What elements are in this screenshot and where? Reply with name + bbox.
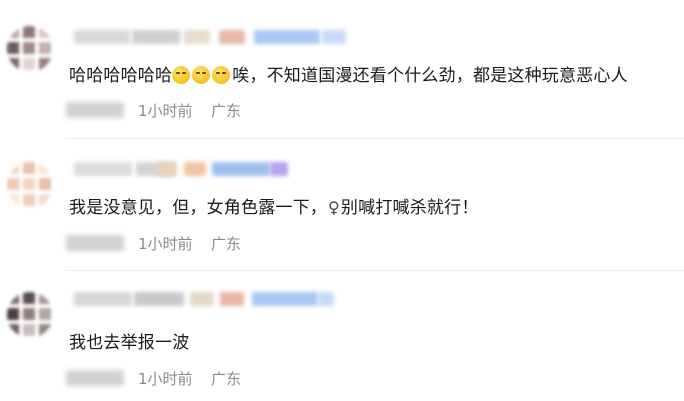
comment-item-2: 我是没意见，但，女角色露一下，♀别喊打喊杀就行！ 1小时前 广东 (0, 140, 684, 270)
username-mosaic[interactable] (0, 162, 684, 186)
comment-time: 1小时前 (138, 235, 193, 253)
avatar-pixel (39, 194, 51, 206)
username-mosaic[interactable] (0, 292, 684, 316)
avatar-pixel (7, 324, 19, 336)
avatar-pixel (23, 324, 35, 336)
comment-time: 1小时前 (138, 370, 193, 388)
smile-emoji-icon (172, 66, 191, 84)
comment-location: 广东 (211, 370, 242, 388)
comment-text-end: 别喊打喊杀就行！ (340, 198, 479, 218)
avatar-pixel (7, 58, 19, 70)
comment-divider (65, 138, 684, 139)
comment-item-1: 哈哈哈哈哈哈 唉，不知道国漫还看个什么劲，都是这种玩意恶心人 1小时前 广东 (0, 0, 684, 135)
meta-mosaic (66, 370, 124, 386)
meta-mosaic (66, 102, 124, 118)
avatar-pixel (23, 194, 35, 206)
avatar-pixel (39, 58, 51, 70)
username-mosaic[interactable] (0, 30, 684, 54)
comment-time: 1小时前 (138, 102, 193, 120)
comment-text-start: 我是没意见，但，女角色露一下， (69, 198, 327, 218)
avatar-pixel (7, 194, 19, 206)
avatar-pixel (23, 58, 35, 70)
female-sign-icon: ♀ (328, 198, 340, 217)
smile-emoji-icon (212, 66, 231, 84)
comment-text: 我也去举报一波 (69, 328, 189, 353)
smile-emoji-icon (192, 66, 211, 84)
comment-location: 广东 (211, 102, 242, 120)
comment-text: 我是没意见，但，女角色露一下，♀别喊打喊杀就行！ (69, 193, 479, 218)
comment-location: 广东 (211, 235, 242, 253)
comment-text: 哈哈哈哈哈哈 唉，不知道国漫还看个什么劲，都是这种玩意恶心人 (69, 61, 628, 86)
comment-text-end: 唉，不知道国漫还看个什么劲，都是这种玩意恶心人 (232, 66, 628, 86)
comment-divider (65, 270, 684, 271)
comment-text-body: 我也去举报一波 (69, 333, 190, 353)
meta-mosaic (66, 235, 124, 251)
avatar-pixel (39, 324, 51, 336)
comment-text-start: 哈哈哈哈哈哈 (69, 66, 173, 86)
comment-item-3: 我也去举报一波 1小时前 广东 (0, 272, 684, 401)
